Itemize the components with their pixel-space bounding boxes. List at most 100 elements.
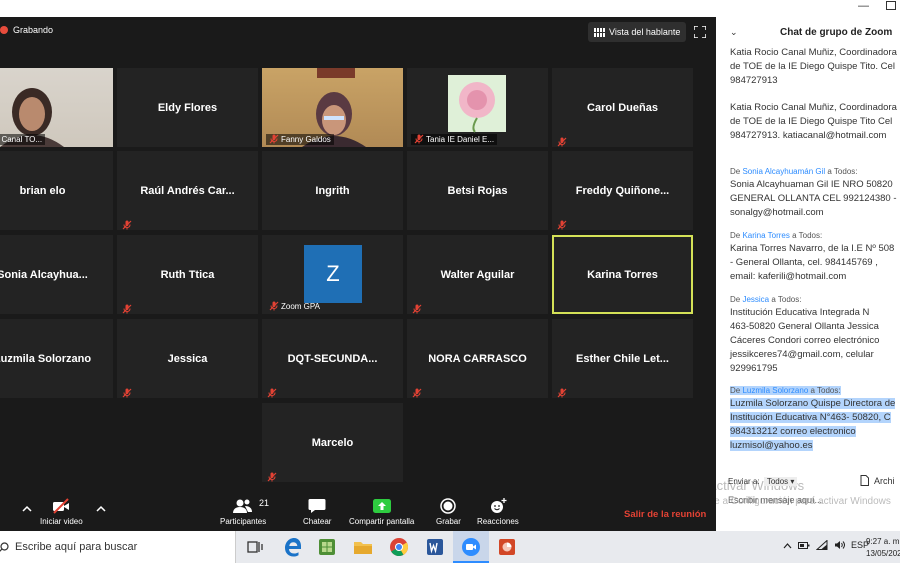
participant-name: Fanny Galdos [281, 135, 331, 144]
minimize-icon[interactable]: — [858, 0, 869, 12]
participant-tile[interactable]: Eldy Flores [117, 68, 258, 147]
battery-icon[interactable] [798, 541, 810, 550]
chat-header: ⌄ Chat de grupo de Zoom [716, 17, 900, 47]
share-screen-button[interactable]: Compartir pantalla [349, 498, 414, 526]
participant-tile[interactable]: Raúl Andrés Car... [117, 151, 258, 230]
participant-tile[interactable]: brian elo [0, 151, 113, 230]
participant-tile[interactable]: Ingrith [262, 151, 403, 230]
chat-message-line: 984727913 [730, 74, 900, 88]
chat-message-text: 463-50820 General Ollanta Jessica [730, 321, 879, 332]
word-icon[interactable] [425, 537, 445, 557]
spreadsheet-app-icon[interactable] [317, 537, 337, 557]
reactions-icon [490, 498, 507, 513]
record-button[interactable]: Grabar [436, 498, 461, 526]
participant-name-label: Katia Canal TO... [0, 134, 46, 145]
record-icon [440, 498, 457, 514]
volume-icon[interactable] [834, 540, 845, 550]
fullscreen-icon[interactable] [694, 26, 706, 38]
participant-tile[interactable]: Sonia Alcayhua... [0, 235, 113, 314]
clock-time: 9:27 a. m. [866, 537, 900, 546]
sender-name[interactable]: Jessica [742, 295, 769, 304]
mic-muted-icon [267, 469, 277, 482]
sender-suffix: a Todos: [808, 386, 841, 395]
sender-name[interactable]: Sonia Alcayhuamán Gil [742, 167, 825, 176]
speaker-view-button[interactable]: Vista del hablante [588, 22, 687, 42]
file-button[interactable]: Archi [860, 475, 895, 486]
chat-icon [308, 499, 326, 513]
record-label: Grabar [436, 517, 461, 526]
edge-icon[interactable] [282, 537, 302, 557]
video-gallery: Grabando Vista del hablante Katia Canal … [0, 17, 716, 495]
audio-options-icon[interactable] [22, 505, 32, 512]
participant-tile[interactable]: Karina Torres [552, 235, 693, 314]
chat-message: Katia Rocio Canal Muñiz, Coordinadora de … [730, 46, 900, 88]
send-to-label: Enviar a: [728, 477, 760, 486]
sender-name[interactable]: Luzmila Solorzano [742, 386, 808, 395]
maximize-icon[interactable] [886, 1, 896, 10]
task-view-icon[interactable] [245, 537, 265, 557]
chat-message-text: luzmisol@yahoo.es [730, 440, 813, 451]
participant-tile[interactable]: Walter Aguilar [407, 235, 548, 314]
file-explorer-icon[interactable] [353, 537, 373, 557]
participant-tile[interactable]: Jessica [117, 319, 258, 398]
reactions-button[interactable]: Reacciones [477, 498, 519, 526]
send-to-row: Enviar a: Todos ▾ [728, 477, 798, 486]
chevron-down-icon[interactable]: ⌄ [730, 27, 738, 38]
chat-input[interactable]: Escribir mensaje aquí... [728, 495, 822, 505]
chat-message-line: jessikceres74@gmail.com, celular [730, 348, 900, 362]
participant-tile[interactable]: NORA CARRASCO [407, 319, 548, 398]
chat-message-line: Institución Educativa N°463- 50820, C [730, 411, 900, 425]
chat-message-line: - General Ollanta, cel. 984145769 , [730, 256, 900, 270]
start-video-button[interactable]: Iniciar video [40, 498, 83, 526]
participant-tile[interactable]: Marcelo [262, 403, 403, 482]
chat-message-text: de TOE de la IE Diego Quispe Tito Cel [730, 116, 893, 127]
participant-tile[interactable]: Z Zoom GPA [262, 235, 403, 314]
powerpoint-icon[interactable] [497, 537, 517, 557]
window-title-bar: — [0, 0, 900, 17]
leave-meeting-button[interactable]: Salir de la reunión [624, 509, 706, 520]
taskbar-search[interactable]: Escribe aquí para buscar [0, 531, 236, 563]
participant-tile[interactable]: Tania IE Daniel E... [407, 68, 548, 147]
send-to-dropdown[interactable]: Todos ▾ [763, 477, 798, 486]
participant-tile[interactable]: Katia Canal TO... [0, 68, 113, 147]
participant-name: Walter Aguilar [440, 268, 515, 281]
wifi-icon[interactable] [816, 540, 828, 550]
chat-message-line: luzmisol@yahoo.es [730, 439, 900, 453]
tray-expand-icon[interactable] [783, 542, 792, 549]
taskbar-clock[interactable]: 9:27 a. m. 13/05/2020 [866, 536, 900, 560]
participant-tile[interactable]: Esther Chile Let... [552, 319, 693, 398]
participant-name: brian elo [19, 184, 66, 197]
participant-name: Carol Dueñas [587, 101, 658, 114]
participant-name-label: Zoom GPA [266, 301, 323, 312]
share-screen-icon [372, 499, 391, 513]
avatar-letter: Z [326, 261, 340, 286]
participant-tile[interactable]: Luzmila Solorzano [0, 319, 113, 398]
chrome-icon[interactable] [389, 537, 409, 557]
participant-tile[interactable]: Freddy Quiñone... [552, 151, 693, 230]
mic-muted-icon [414, 134, 424, 146]
participant-name: NORA CARRASCO [428, 352, 527, 365]
participant-name: Raúl Andrés Car... [140, 184, 235, 197]
chat-message-line: Karina Torres Navarro, de la I.E Nº 508 [730, 242, 900, 256]
zoom-taskbar-item[interactable] [453, 531, 489, 563]
participant-tile[interactable]: Carol Dueñas [552, 68, 693, 147]
participant-tile[interactable]: Ruth Ttica [117, 235, 258, 314]
participant-name: Jessica [167, 352, 208, 365]
mic-muted-icon [557, 217, 567, 230]
video-options-icon[interactable] [96, 505, 106, 512]
mic-muted-icon [269, 134, 279, 146]
sender-name[interactable]: Karina Torres [742, 231, 789, 240]
participant-name: Katia Canal TO... [0, 135, 43, 144]
chat-label: Chatear [303, 517, 332, 526]
participant-name: Freddy Quiñone... [575, 184, 670, 197]
mic-muted-icon [122, 217, 132, 230]
participant-tile[interactable]: Fanny Galdos [262, 68, 403, 147]
sender-prefix: De [730, 386, 743, 395]
chat-message-line: Katia Rocio Canal Muñiz, Coordinadora [730, 101, 900, 115]
participant-tile[interactable]: DQT-SECUNDA... [262, 319, 403, 398]
chat-button[interactable]: Chatear [303, 498, 331, 526]
chat-message-text: Institución Educativa N°463- 50820, C [730, 412, 891, 423]
sender-suffix: a Todos: [825, 167, 858, 176]
sender-prefix: De [730, 295, 743, 304]
participant-tile[interactable]: Betsi Rojas [407, 151, 548, 230]
